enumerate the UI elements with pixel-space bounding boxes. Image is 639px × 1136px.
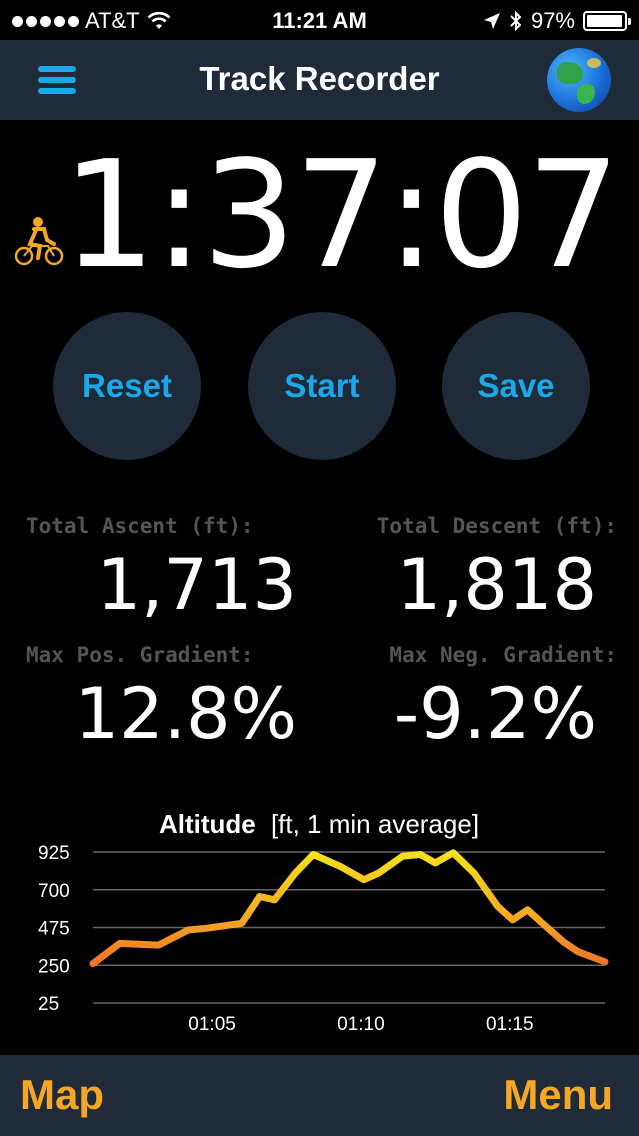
elapsed-timer: 1:37:07 [62,129,621,301]
x-tick-label: 01:05 [188,1014,236,1035]
map-button[interactable]: Map [20,1071,104,1119]
y-tick-label: 925 [38,843,70,864]
status-right: 97% [483,8,631,34]
max-pos-gradient-value: 12.8% [74,673,297,755]
battery-fill [587,15,622,27]
x-tick-label: 01:10 [337,1014,385,1035]
start-button[interactable]: Start [248,312,396,460]
chart-subtitle: [ft, 1 min average] [271,809,479,839]
total-ascent-value: 1,713 [96,544,297,626]
globe-icon[interactable] [547,48,611,112]
y-tick-label: 700 [38,881,70,902]
chart-title: Altitude [159,809,256,839]
total-descent-value: 1,818 [396,544,597,626]
battery-percent: 97% [530,8,575,33]
altitude-series-line [89,849,609,968]
svg-text:Altitude [ft, 1 min averag: Altitude [ft, 1 min average] [159,809,479,839]
save-button[interactable]: Save [442,312,590,460]
y-tick-label: 475 [38,919,70,940]
y-tick-label: 250 [38,956,70,977]
bluetooth-icon [510,10,522,32]
page-title: Track Recorder [199,60,440,97]
max-pos-gradient-label: Max Pos. Gradient: [26,643,254,667]
bike-icon [14,217,64,266]
x-tick-label: 01:15 [486,1014,534,1035]
battery-icon [583,11,631,31]
status-bar: AT&T 11:21 AM 97% [0,0,639,40]
nav-bar: Track Recorder [0,40,639,120]
chart-x-ticks: 01:05 01:10 01:15 [188,1014,533,1035]
max-neg-gradient-value: -9.2% [393,673,597,755]
location-arrow-icon [483,13,500,29]
max-neg-gradient-label: Max Neg. Gradient: [389,643,617,667]
total-descent-label: Total Descent (ft): [376,514,617,538]
total-ascent-label: Total Ascent (ft): [26,514,254,538]
bottom-bar: Map Menu [0,1055,639,1136]
y-tick-label: 25 [38,994,59,1015]
reset-button[interactable]: Reset [53,312,201,460]
chart-y-ticks: 925 700 475 250 25 [38,843,70,1015]
menu-button[interactable]: Menu [503,1071,613,1119]
altitude-chart: Altitude [ft, 1 min average] 925 700 475 25… [38,809,609,1035]
